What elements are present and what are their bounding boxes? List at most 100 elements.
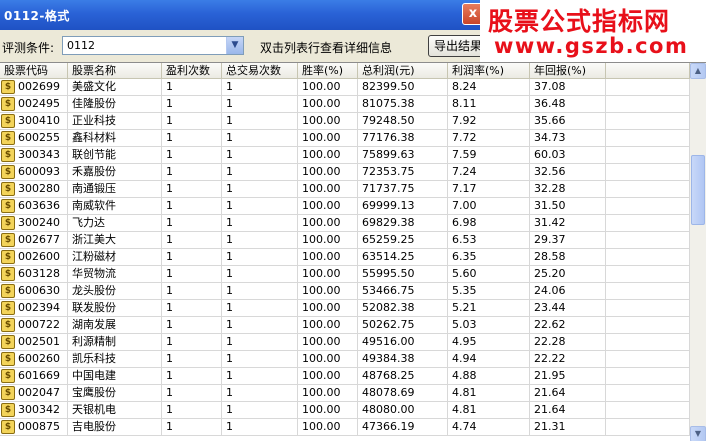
stock-code: 603636 (18, 199, 60, 212)
table-row[interactable]: $600255 鑫科材料 1 1 100.00 77176.38 7.72 34.73 (0, 130, 690, 147)
dollar-coin-icon: $ (1, 335, 15, 349)
condition-select[interactable]: 0112 ▼ (62, 36, 244, 55)
table-row[interactable]: $002495 佳隆股份 1 1 100.00 81075.38 8.11 36.48 (0, 96, 690, 113)
table-row[interactable]: $000875 吉电股份 1 1 100.00 47366.19 4.74 21.31 (0, 419, 690, 436)
table-cell: 21.95 (530, 368, 606, 385)
table-cell: 1 (222, 283, 298, 300)
table-cell: 1 (162, 113, 222, 130)
table-row[interactable]: $300410 正业科技 1 1 100.00 79248.50 7.92 35.66 (0, 113, 690, 130)
chevron-down-icon[interactable]: ▼ (226, 37, 243, 54)
table-cell: $002501 (0, 334, 68, 351)
table-row[interactable]: $002600 江粉磁材 1 1 100.00 63514.25 6.35 28.58 (0, 249, 690, 266)
table-cell: 22.28 (530, 334, 606, 351)
table-cell: 79248.50 (358, 113, 448, 130)
table-cell: 71737.75 (358, 181, 448, 198)
table-row[interactable]: $300240 飞力达 1 1 100.00 69829.38 6.98 31.42 (0, 215, 690, 232)
table-cell-empty (606, 130, 690, 147)
table-cell: 1 (222, 130, 298, 147)
export-results-button[interactable]: 导出结果 (428, 35, 488, 57)
table-cell: 1 (222, 232, 298, 249)
table-row[interactable]: $300342 天银机电 1 1 100.00 48080.00 4.81 21.64 (0, 402, 690, 419)
table-cell: 31.42 (530, 215, 606, 232)
table-row[interactable]: $002677 浙江美大 1 1 100.00 65259.25 6.53 29.37 (0, 232, 690, 249)
table-cell-empty (606, 164, 690, 181)
table-cell: 49516.00 (358, 334, 448, 351)
table-row[interactable]: $002047 宝鹰股份 1 1 100.00 48078.69 4.81 21.64 (0, 385, 690, 402)
stock-code: 600255 (18, 131, 60, 144)
table-cell: 浙江美大 (68, 232, 162, 249)
results-table: 股票代码 股票名称 盈利次数 总交易次数 胜率(%) 总利润(元) 利润率(%) 年回报(%)… (0, 62, 706, 441)
table-cell: 1 (222, 181, 298, 198)
column-header[interactable]: 总交易次数 (222, 63, 298, 79)
table-cell: 60.03 (530, 147, 606, 164)
table-cell: 21.64 (530, 402, 606, 419)
table-cell: 37.08 (530, 79, 606, 96)
table-cell: 100.00 (298, 198, 358, 215)
table-cell: 100.00 (298, 232, 358, 249)
table-cell: 7.59 (448, 147, 530, 164)
stock-code: 002699 (18, 80, 60, 93)
dollar-coin-icon: $ (1, 267, 15, 281)
table-cell: 4.95 (448, 334, 530, 351)
scroll-down-button[interactable]: ▼ (690, 426, 706, 441)
table-cell: 100.00 (298, 147, 358, 164)
table-cell: $300343 (0, 147, 68, 164)
column-header[interactable]: 总利润(元) (358, 63, 448, 79)
table-row[interactable]: $603636 南威软件 1 1 100.00 69999.13 7.00 31.50 (0, 198, 690, 215)
table-row[interactable]: $002501 利源精制 1 1 100.00 49516.00 4.95 22.28 (0, 334, 690, 351)
table-cell: 72353.75 (358, 164, 448, 181)
column-header[interactable] (606, 63, 690, 79)
column-header[interactable]: 盈利次数 (162, 63, 222, 79)
table-cell: 32.28 (530, 181, 606, 198)
dollar-coin-icon: $ (1, 216, 15, 230)
table-row[interactable]: $002699 美盛文化 1 1 100.00 82399.50 8.24 37.08 (0, 79, 690, 96)
table-row[interactable]: $002394 联发股份 1 1 100.00 52082.38 5.21 23.44 (0, 300, 690, 317)
table-cell: 1 (162, 215, 222, 232)
column-header[interactable]: 胜率(%) (298, 63, 358, 79)
table-row[interactable]: $601669 中国电建 1 1 100.00 48768.25 4.88 21.95 (0, 368, 690, 385)
table-cell: $300410 (0, 113, 68, 130)
table-cell: $002047 (0, 385, 68, 402)
table-cell: 100.00 (298, 385, 358, 402)
column-header[interactable]: 股票名称 (68, 63, 162, 79)
table-cell: 100.00 (298, 334, 358, 351)
column-header[interactable]: 股票代码 (0, 63, 68, 79)
stock-code: 300280 (18, 182, 60, 195)
table-cell: 1 (222, 215, 298, 232)
table-cell: 100.00 (298, 130, 358, 147)
vertical-scrollbar[interactable]: ▲ ▼ (690, 63, 706, 441)
table-cell: 24.06 (530, 283, 606, 300)
dollar-coin-icon: $ (1, 182, 15, 196)
table-row[interactable]: $603128 华贸物流 1 1 100.00 55995.50 5.60 25.20 (0, 266, 690, 283)
table-cell-empty (606, 266, 690, 283)
table-row[interactable]: $600260 凯乐科技 1 1 100.00 49384.38 4.94 22.22 (0, 351, 690, 368)
table-cell: 81075.38 (358, 96, 448, 113)
table-cell: 29.37 (530, 232, 606, 249)
table-cell: 1 (222, 266, 298, 283)
table-row[interactable]: $600630 龙头股份 1 1 100.00 53466.75 5.35 24.06 (0, 283, 690, 300)
table-row[interactable]: $600093 禾嘉股份 1 1 100.00 72353.75 7.24 32.56 (0, 164, 690, 181)
table-cell: 1 (162, 334, 222, 351)
table-cell: 1 (222, 368, 298, 385)
dollar-coin-icon: $ (1, 318, 15, 332)
table-row[interactable]: $300343 联创节能 1 1 100.00 75899.63 7.59 60.03 (0, 147, 690, 164)
scroll-up-button[interactable]: ▲ (690, 63, 706, 79)
table-cell: 25.20 (530, 266, 606, 283)
table-cell: 1 (162, 249, 222, 266)
table-cell: 28.58 (530, 249, 606, 266)
table-row[interactable]: $300280 南通锻压 1 1 100.00 71737.75 7.17 32.28 (0, 181, 690, 198)
table-cell: 1 (222, 351, 298, 368)
stock-code: 002501 (18, 335, 60, 348)
table-cell: $002495 (0, 96, 68, 113)
table-cell: 21.64 (530, 385, 606, 402)
scroll-thumb[interactable] (691, 155, 705, 225)
table-cell: 1 (222, 249, 298, 266)
stock-code: 600630 (18, 284, 60, 297)
table-cell: 100.00 (298, 266, 358, 283)
column-header[interactable]: 年回报(%) (530, 63, 606, 79)
table-cell: 4.88 (448, 368, 530, 385)
column-header[interactable]: 利润率(%) (448, 63, 530, 79)
table-row[interactable]: $000722 湖南发展 1 1 100.00 50262.75 5.03 22.62 (0, 317, 690, 334)
table-cell: 1 (162, 198, 222, 215)
table-cell: 美盛文化 (68, 79, 162, 96)
